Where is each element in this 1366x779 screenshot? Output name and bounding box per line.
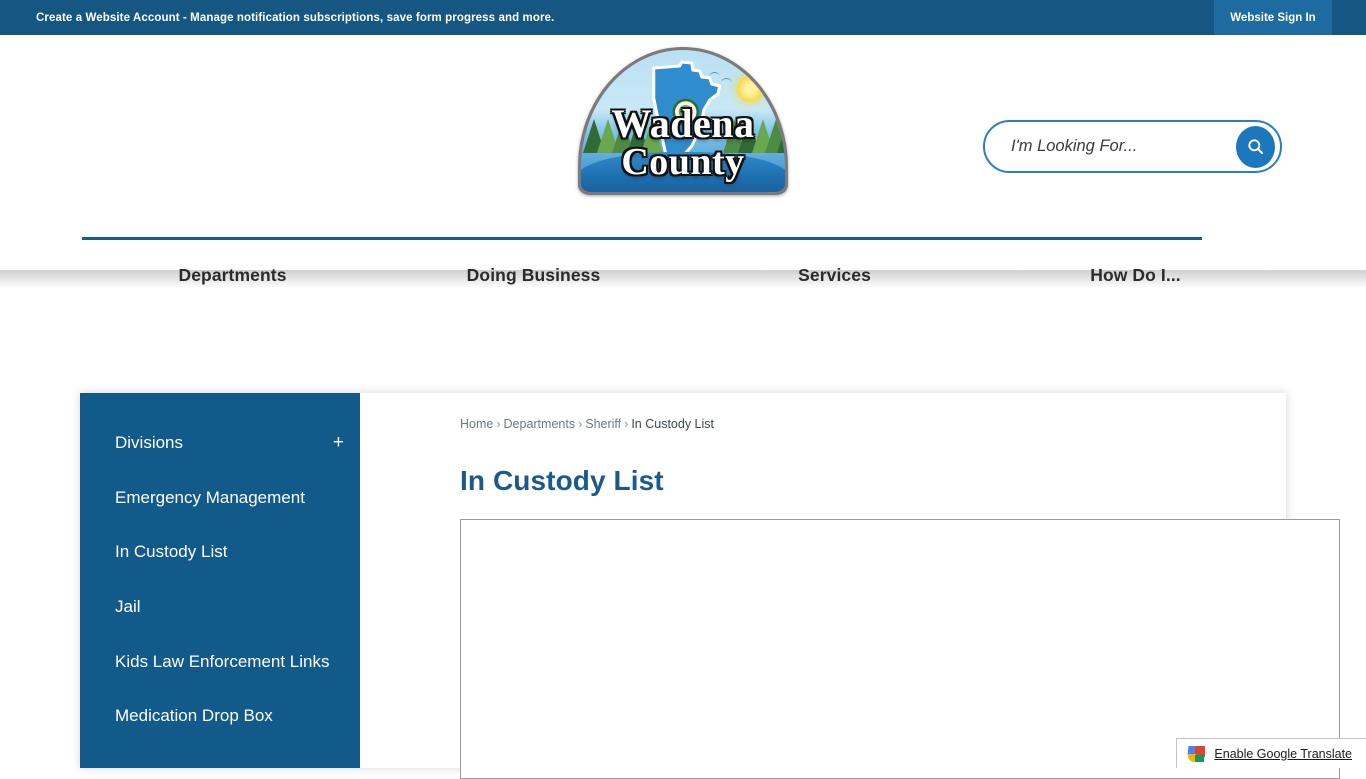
site-header: Wadena County Departments Doing Business… [0,35,1366,270]
breadcrumb-separator: › [624,417,628,431]
create-account-description: - Manage notification subscriptions, sav… [180,12,555,24]
top-utility-bar: Create a Website Account - Manage notifi… [0,0,1366,35]
nav-item-services[interactable]: Services [684,265,985,286]
sidebar-item-label: Emergency Management [115,488,305,507]
create-account-link[interactable]: Create a Website Account [36,12,180,24]
enable-google-translate-link[interactable]: Enable Google Translate [1214,747,1352,761]
minnesota-outline-icon [640,60,734,160]
search-input[interactable] [1009,136,1236,157]
sidebar-item-label: In Custody List [115,542,227,561]
breadcrumb-separator: › [496,417,500,431]
google-translate-bar[interactable]: Enable Google Translate [1176,738,1366,768]
breadcrumb-separator: › [578,417,582,431]
content-panel: Divisions + Emergency Management In Cust… [80,393,1286,768]
logo-lake [581,152,785,192]
sidebar-item-kids-law-enforcement-links[interactable]: Kids Law Enforcement Links [80,650,360,675]
sun-icon [737,76,763,102]
google-translate-icon [1188,746,1205,762]
nav-item-how-do-i[interactable]: How Do I... [985,265,1286,286]
sidebar-item-label: Kids Law Enforcement Links [115,652,330,671]
nav-item-doing-business[interactable]: Doing Business [383,265,684,286]
logo-dome-shape: Wadena County [578,47,788,195]
sidebar-item-emergency-management[interactable]: Emergency Management [80,486,360,511]
search-icon [1246,137,1265,156]
nav-divider [82,237,1202,240]
section-sidebar: Divisions + Emergency Management In Cust… [80,393,360,768]
site-search [983,120,1282,173]
breadcrumb: Home›Departments›Sheriff›In Custody List [460,417,1260,431]
breadcrumb-link-home[interactable]: Home [460,417,493,431]
main-content: Home›Departments›Sheriff›In Custody List… [360,393,1286,768]
nav-item-departments[interactable]: Departments [82,265,383,286]
expand-divisions-icon[interactable]: + [333,431,344,455]
search-button[interactable] [1236,126,1275,168]
logo-scene [581,50,785,192]
breadcrumb-link-sheriff[interactable]: Sheriff [585,417,621,431]
sidebar-item-jail[interactable]: Jail [80,595,360,620]
sidebar-item-label: Divisions [115,433,183,452]
sidebar-item-divisions[interactable]: Divisions + [80,431,360,456]
sidebar-item-label: Jail [115,597,141,616]
create-account-message[interactable]: Create a Website Account - Manage notifi… [36,12,554,24]
sidebar-item-label: Medication Drop Box [115,706,273,725]
site-logo[interactable]: Wadena County [578,47,788,195]
breadcrumb-current: In Custody List [631,417,714,431]
sidebar-item-medication-drop-box[interactable]: Medication Drop Box [80,704,360,729]
website-sign-in-button[interactable]: Website Sign In [1214,0,1332,35]
main-navigation: Departments Doing Business Services How … [82,247,1286,303]
sidebar-item-in-custody-list[interactable]: In Custody List [80,540,360,565]
breadcrumb-link-departments[interactable]: Departments [504,417,576,431]
page-title: In Custody List [460,465,1260,497]
